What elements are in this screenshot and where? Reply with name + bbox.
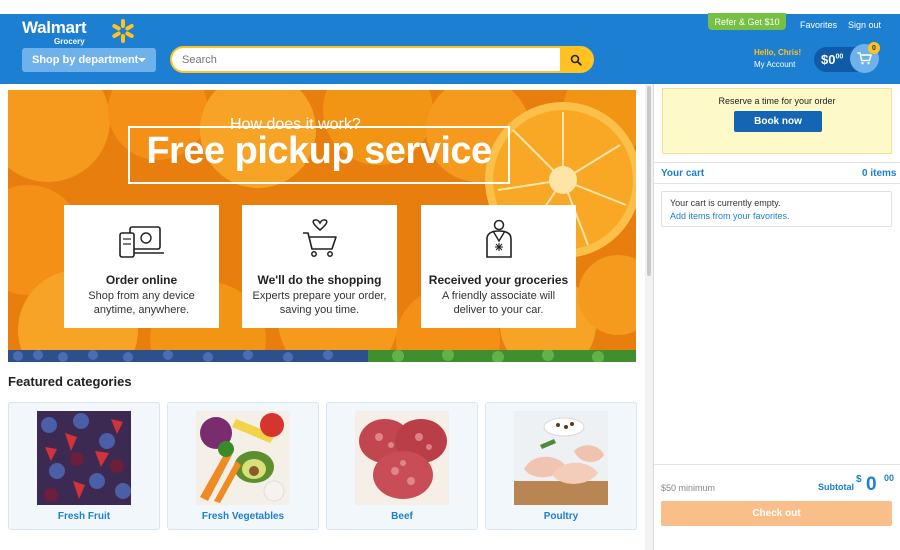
- search-button[interactable]: [560, 48, 592, 71]
- category-image: [514, 411, 608, 505]
- subtotal-value: 0: [866, 474, 877, 495]
- book-now-button[interactable]: Book now: [734, 111, 822, 132]
- brand-sub: Grocery: [54, 37, 85, 46]
- step-card-received: Received your groceries A friendly assoc…: [421, 205, 576, 328]
- empty-cart-box: Your cart is currently empty. Add items …: [661, 191, 892, 227]
- category-image: [37, 411, 131, 505]
- checkout-button[interactable]: Check out: [661, 501, 892, 526]
- berries-strip: [8, 350, 636, 362]
- spark-logo-icon: [110, 18, 136, 44]
- cart-icon: [857, 52, 872, 65]
- subtotal-cents: 00: [884, 473, 895, 483]
- category-image: [355, 411, 449, 505]
- chevron-down-icon: [138, 58, 146, 62]
- header-cart-button[interactable]: $000: [814, 44, 879, 73]
- your-cart-heading: Your cart: [661, 168, 705, 179]
- step-title: Received your groceries: [428, 273, 569, 287]
- walmart-logo[interactable]: Walmart Grocery: [22, 18, 135, 46]
- category-label: Beef: [391, 511, 413, 522]
- category-poultry[interactable]: Poultry: [485, 402, 637, 530]
- cart-item-count: 0 items: [862, 168, 897, 179]
- category-label: Fresh Fruit: [57, 511, 111, 522]
- favorites-link[interactable]: Favorites: [800, 20, 837, 30]
- separator: [654, 162, 900, 163]
- search-icon: [570, 54, 582, 66]
- greeting: Hello, Chris!: [754, 48, 802, 57]
- my-account-link[interactable]: My Account: [754, 59, 801, 71]
- reserve-slot-box: Reserve a time for your order Book now: [662, 88, 892, 154]
- separator: [654, 183, 900, 184]
- empty-cart-text: Your cart is currently empty.: [670, 198, 781, 208]
- hero-banner: How does it work? Free pickup service Or…: [8, 90, 636, 362]
- hero-title: Free pickup service: [146, 130, 492, 172]
- separator: [654, 464, 900, 465]
- category-beef[interactable]: Beef: [326, 402, 478, 530]
- cart-heart-icon: [302, 219, 337, 257]
- add-from-favorites-link[interactable]: Add items from your favorites.: [670, 211, 790, 221]
- subtotal-label: Subtotal: [818, 482, 854, 492]
- category-fresh-fruit[interactable]: Fresh Fruit: [8, 402, 160, 530]
- panel-divider: [653, 84, 654, 550]
- cart-dollars: $0: [821, 52, 836, 67]
- step-desc: Shop from any device anytime, anywhere.: [88, 290, 195, 316]
- cart-badge: 0: [868, 42, 880, 54]
- step-title: We'll do the shopping: [257, 273, 382, 287]
- devices-icon: [118, 226, 164, 258]
- reserve-text: Reserve a time for your order: [718, 96, 836, 106]
- category-fresh-vegetables[interactable]: Fresh Vegetables: [167, 402, 319, 530]
- account-menu[interactable]: Hello, Chris! My Account: [754, 47, 801, 71]
- step-card-order-online: Order online Shop from any device anytim…: [64, 205, 219, 328]
- top-header: Walmart Grocery Shop by department Refer…: [0, 13, 900, 84]
- category-image: [196, 411, 290, 505]
- shop-by-department-button[interactable]: Shop by department: [22, 48, 156, 72]
- brand-name: Walmart: [22, 18, 87, 37]
- subtotal-dollar-sign: $: [856, 474, 862, 485]
- subtotal-amount: $ 0 00: [856, 473, 895, 496]
- shop-by-department-label: Shop by department: [32, 54, 139, 66]
- step-desc: Experts prepare your order, saving you t…: [252, 290, 387, 316]
- refer-button[interactable]: Refer & Get $10: [708, 13, 786, 30]
- category-label: Poultry: [543, 511, 579, 522]
- cart-total: $000: [821, 52, 843, 67]
- step-desc: A friendly associate will deliver to you…: [441, 290, 556, 316]
- category-label: Fresh Vegetables: [201, 511, 285, 522]
- associate-icon: [485, 219, 512, 258]
- search-input[interactable]: [172, 48, 552, 71]
- scroll-thumb[interactable]: [647, 86, 651, 276]
- step-card-shopping: We'll do the shopping Experts prepare yo…: [242, 205, 397, 328]
- minimum-order-note: $50 minimum: [661, 483, 716, 493]
- featured-categories-title: Featured categories: [8, 374, 132, 389]
- cart-cents: 00: [835, 53, 844, 61]
- sign-out-link[interactable]: Sign out: [848, 20, 881, 30]
- step-title: Order online: [105, 273, 178, 287]
- search-bar: [170, 46, 594, 73]
